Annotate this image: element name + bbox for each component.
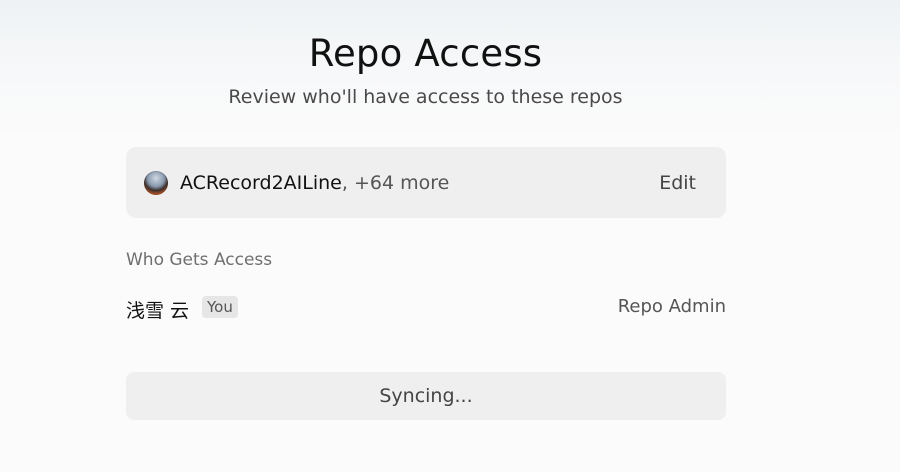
access-user-row: 浅雪 云 You Repo Admin [126,294,726,322]
you-badge: You [202,296,238,318]
repo-avatar-icon [144,171,168,195]
syncing-button[interactable]: Syncing... [126,372,726,420]
user-role: Repo Admin [617,296,726,317]
page-title: Repo Access [308,32,543,75]
user-name: 浅雪 云 [126,300,190,322]
repo-selection-card: ACRecord2AILine, +64 more Edit [126,147,726,218]
edit-button[interactable]: Edit [659,171,696,195]
who-gets-access-label: Who Gets Access [126,250,273,270]
repo-access-page: Repo Access Review who'll have access to… [0,0,900,472]
page-subtitle: Review who'll have access to these repos [228,86,623,108]
repo-more-count: , +64 more [341,172,450,194]
repo-name: ACRecord2AILine [180,172,342,194]
repo-summary: ACRecord2AILine, +64 more [180,171,449,195]
